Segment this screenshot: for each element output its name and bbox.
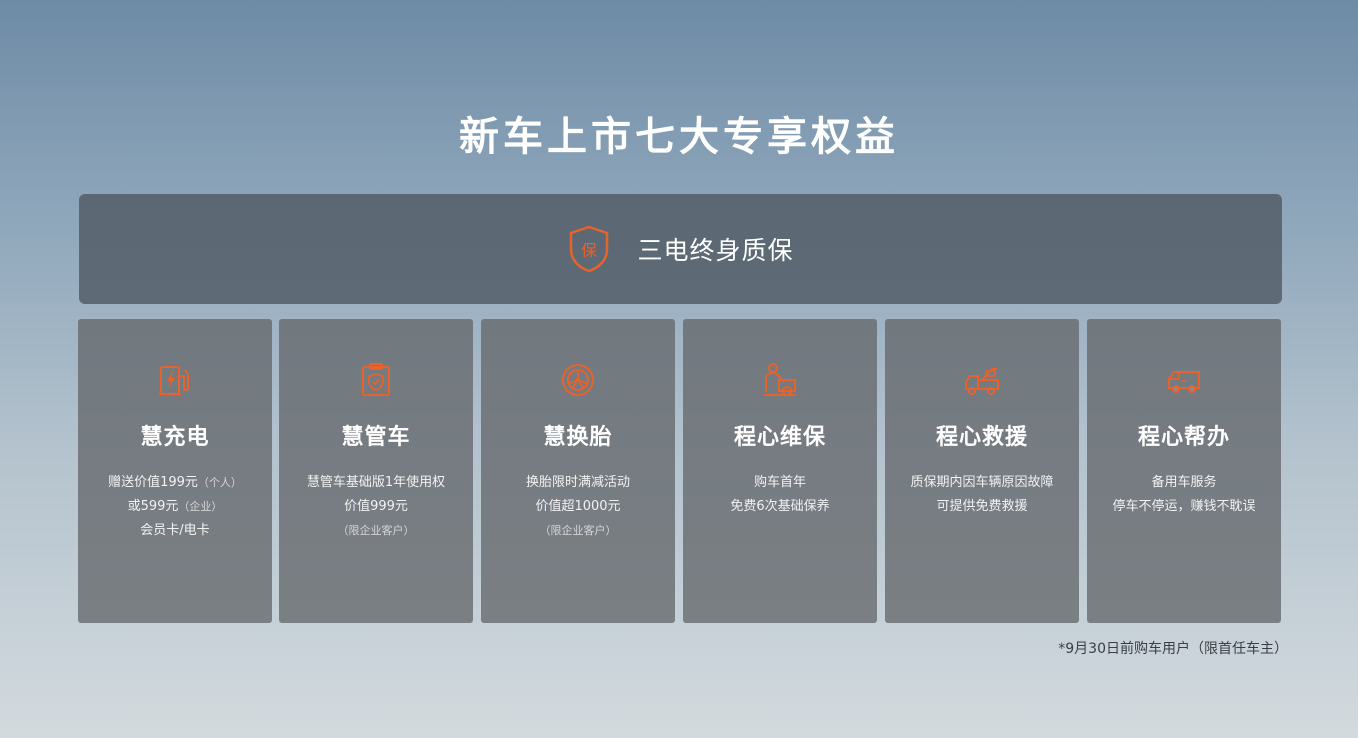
benefit-card-fleet-management: 慧管车 慧管车基础版1年使用权 价值999元 （限企业客户） — [279, 319, 473, 623]
banner-label: 三电终身质保 — [637, 236, 794, 265]
card-line: 慧管车基础版1年使用权 — [306, 475, 446, 490]
card-line: 会员卡/电卡 — [140, 523, 210, 538]
card-line: 换胎限时满减活动 — [525, 475, 630, 490]
van-icon — [1168, 371, 1200, 393]
benefit-card-rescue: 程心救援 质保期内因车辆原因故障 可提供免费救援 — [885, 319, 1079, 623]
card-title: 程心维保 — [733, 425, 826, 450]
footnote: *9月30日前购车用户（限首任车主） — [1058, 641, 1288, 657]
benefit-card-tire: 慧换胎 换胎限时满减活动 价值超1000元 （限企业客户） — [481, 319, 675, 623]
svg-text:保: 保 — [581, 241, 597, 260]
card-line: 备用车服务 — [1151, 475, 1217, 490]
benefit-card-charging: 慧充电 赠送价值199元（个人） 或599元（企业） 会员卡/电卡 — [78, 319, 272, 623]
page-title: 新车上市七大专享权益 — [459, 114, 899, 160]
benefit-card-maintenance: 程心维保 购车首年 免费6次基础保养 — [683, 319, 877, 623]
card-line: 免费6次基础保养 — [730, 499, 830, 514]
tow-truck-icon — [965, 368, 999, 395]
mechanic-repair-icon — [764, 363, 796, 396]
benefit-cards: 慧充电 赠送价值199元（个人） 或599元（企业） 会员卡/电卡 慧管车 慧管… — [78, 319, 1282, 623]
benefit-card-backup-vehicle: 程心帮办 备用车服务 停车不停运，赚钱不耽误 — [1087, 319, 1281, 623]
card-line: 或599元 — [127, 499, 179, 514]
card-line: 赠送价值199元 — [108, 475, 198, 490]
card-line: 可提供免费救援 — [936, 499, 1028, 514]
card-note: （限企业客户） — [337, 524, 415, 537]
card-line: 价值999元 — [344, 499, 408, 514]
card-line: 质保期内因车辆原因故障 — [910, 475, 1054, 490]
card-title: 程心帮办 — [1137, 425, 1230, 450]
card-title: 程心救援 — [935, 425, 1028, 450]
card-title: 慧换胎 — [543, 425, 613, 450]
card-title: 慧管车 — [341, 425, 411, 450]
card-line: 停车不停运，赚钱不耽误 — [1112, 499, 1256, 514]
shield-guarantee-icon: 保 — [570, 225, 609, 273]
card-note: （限企业客户） — [539, 524, 617, 537]
charging-station-icon — [159, 366, 189, 395]
card-line: 价值超1000元 — [535, 499, 621, 514]
tire-icon — [562, 364, 594, 396]
card-title: 慧充电 — [140, 425, 210, 450]
clipboard-shield-icon — [362, 363, 390, 396]
card-line: 购车首年 — [753, 475, 806, 490]
card-note: （企业） — [178, 500, 223, 513]
warranty-banner: 保 三电终身质保 — [79, 194, 1282, 304]
card-note: （个人） — [197, 476, 242, 489]
